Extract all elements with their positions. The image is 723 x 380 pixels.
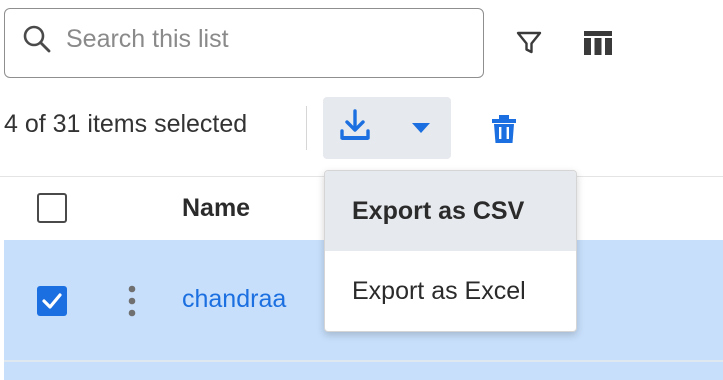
menu-item-export-csv[interactable]: Export as CSV <box>325 171 576 251</box>
export-menu: Export as CSV Export as Excel <box>324 170 577 332</box>
selection-count: 4 of 31 items selected <box>4 110 248 138</box>
columns-icon[interactable] <box>583 29 613 57</box>
row-checkbox[interactable] <box>37 286 67 316</box>
menu-item-export-excel[interactable]: Export as Excel <box>325 251 576 331</box>
check-icon <box>42 293 62 309</box>
toolbar-divider <box>306 106 307 150</box>
filter-icon[interactable] <box>515 29 543 57</box>
chevron-down-icon <box>412 123 430 133</box>
trash-icon[interactable] <box>489 113 519 145</box>
row-name-link[interactable]: chandraa <box>182 285 286 314</box>
column-header-name[interactable]: Name <box>182 194 250 223</box>
table-row[interactable] <box>4 362 723 380</box>
download-icon <box>340 109 370 140</box>
search-input[interactable] <box>66 22 446 56</box>
search-icon <box>23 25 51 53</box>
more-options-icon[interactable] <box>126 283 138 319</box>
select-all-checkbox[interactable] <box>37 193 67 223</box>
